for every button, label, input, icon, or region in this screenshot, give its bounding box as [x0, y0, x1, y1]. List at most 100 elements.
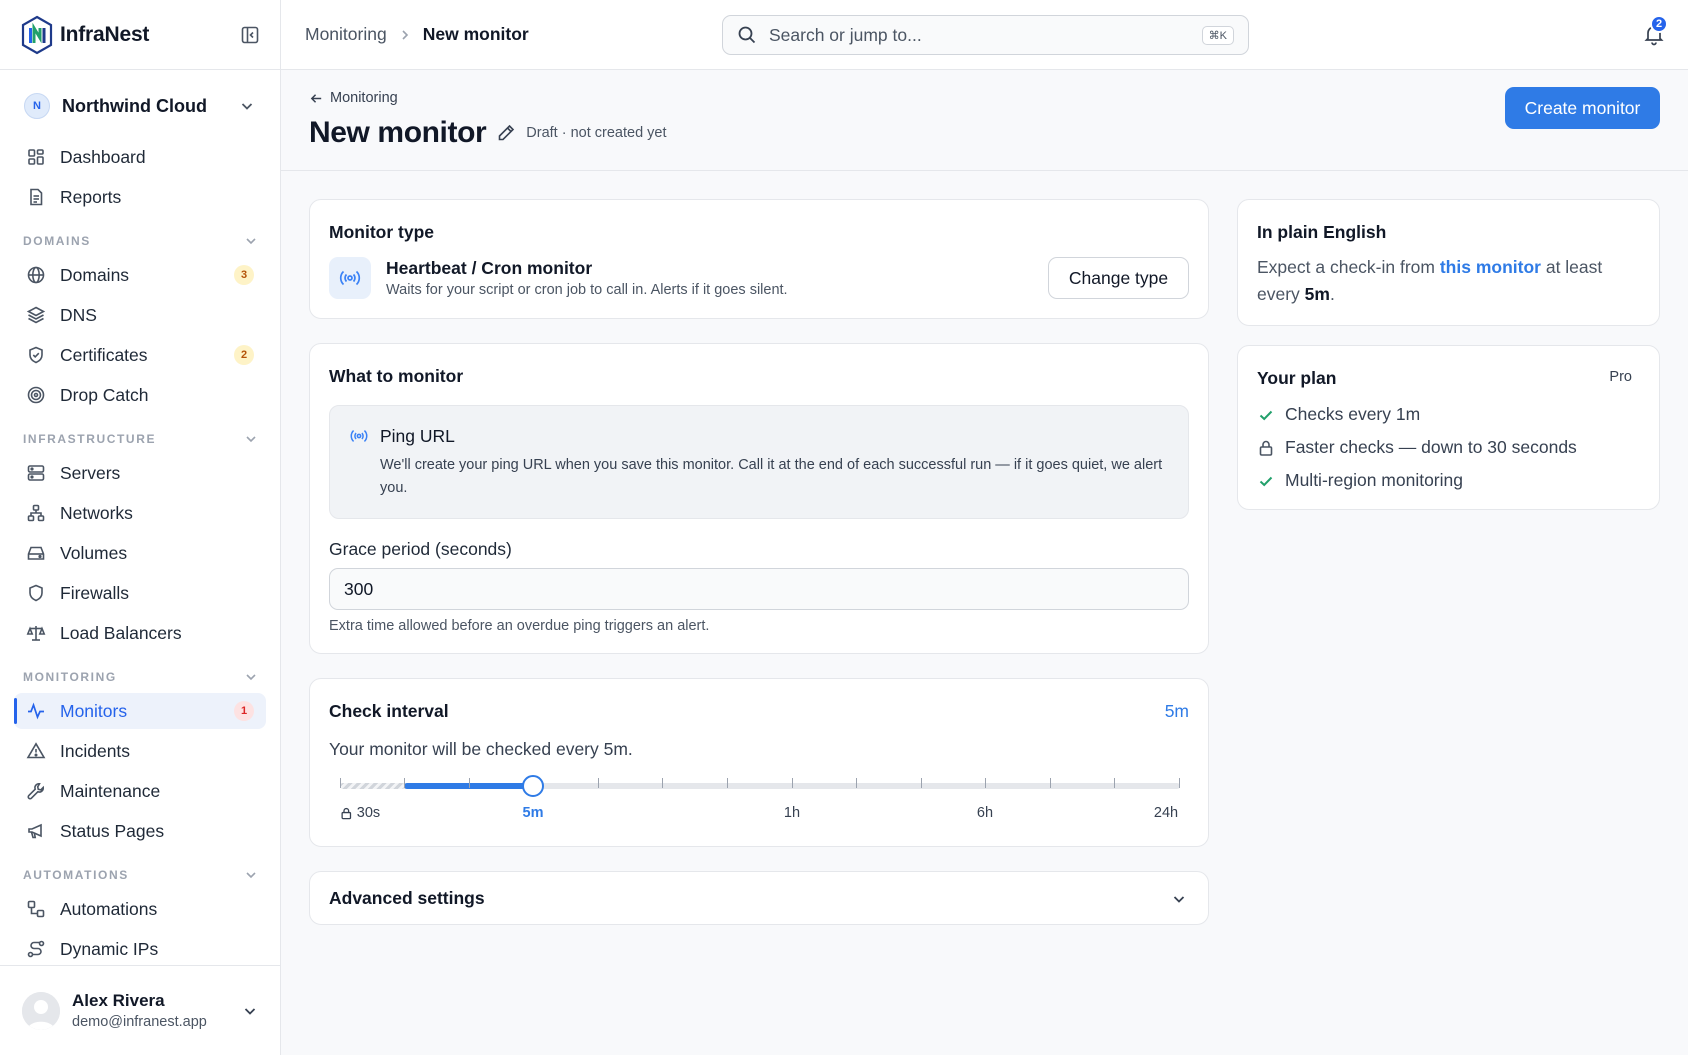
sidebar-item-domains[interactable]: Domains 3: [14, 257, 266, 293]
user-menu[interactable]: Alex Rivera demo@infranest.app: [0, 965, 281, 1055]
brand-name: InfraNest: [60, 22, 150, 46]
sidebar-item-reports[interactable]: Reports: [14, 179, 266, 215]
plan-feature: Checks every 1m: [1257, 398, 1577, 431]
pencil-icon[interactable]: [496, 123, 516, 143]
sidebar-item-label: Networks: [60, 502, 133, 523]
advanced-settings-toggle[interactable]: Advanced settings: [309, 871, 1209, 925]
sidebar-item-label: Monitors: [60, 700, 128, 721]
summary-text: Expect a check-in from: [1257, 257, 1440, 277]
breadcrumb-monitoring[interactable]: Monitoring: [305, 24, 387, 45]
count-badge: 3: [234, 265, 254, 285]
card-title: Monitor type: [329, 222, 434, 242]
grace-period-help: Extra time allowed before an overdue pin…: [329, 618, 710, 634]
sidebar-item-label: Drop Catch: [60, 384, 149, 405]
sidebar: InfraNest N Northwind Cloud Dashboard Re…: [0, 0, 281, 1055]
page-title-row: New monitor Draft · not created yet: [309, 116, 667, 150]
server-icon: [27, 465, 45, 481]
change-type-button[interactable]: Change type: [1048, 257, 1189, 299]
sidebar-item-label: Volumes: [60, 542, 128, 563]
breadcrumb-current: New monitor: [422, 24, 529, 44]
plain-english-summary: Expect a check-in from this monitor at l…: [1257, 254, 1642, 308]
sidebar-item-volumes[interactable]: Volumes: [14, 535, 266, 571]
scale-icon: [26, 626, 46, 641]
sidebar-item-automations[interactable]: Automations: [14, 891, 266, 927]
back-link[interactable]: Monitoring: [309, 90, 398, 106]
chevron-right-icon: [402, 29, 408, 40]
sidebar-item-label: Dynamic IPs: [60, 938, 159, 959]
slider-tick: [340, 778, 341, 788]
document-icon: [30, 188, 43, 206]
topbar: Monitoring New monitor Search or jump to…: [281, 0, 1688, 70]
count-badge: 2: [234, 345, 254, 365]
page-title: New monitor: [309, 116, 487, 149]
activity-icon: [28, 702, 44, 720]
section-monitoring[interactable]: MONITORING: [23, 669, 259, 685]
grace-period-label: Grace period (seconds): [329, 539, 512, 559]
org-avatar: N: [24, 93, 50, 119]
plan-features: Checks every 1m Faster checks — down to …: [1257, 398, 1577, 497]
slider-tick: [598, 778, 599, 788]
plan-card: Your plan Pro Checks every 1m Faster che…: [1237, 345, 1660, 510]
sidebar-item-label: Firewalls: [60, 582, 130, 603]
sidebar-item-dns[interactable]: DNS: [14, 297, 266, 333]
slider-tick: [1050, 778, 1051, 788]
chevron-down-icon: [244, 1007, 256, 1015]
org-switcher[interactable]: N Northwind Cloud: [0, 70, 280, 142]
slider-tick: [985, 778, 986, 788]
sidebar-item-firewalls[interactable]: Firewalls: [14, 575, 266, 611]
summary-text: .: [1329, 284, 1335, 304]
search-placeholder: Search or jump to...: [769, 24, 922, 45]
sidebar-item-label: Maintenance: [60, 780, 161, 801]
alert-triangle-icon: [26, 742, 46, 759]
summary-interval: 5m: [1304, 284, 1330, 304]
sidebar-item-certificates[interactable]: Certificates 2: [14, 337, 266, 373]
section-label: DOMAINS: [23, 234, 91, 248]
sidebar-item-maintenance[interactable]: Maintenance: [14, 773, 266, 809]
sidebar-item-servers[interactable]: Servers: [14, 455, 266, 491]
monitor-type-description: Waits for your script or cron job to cal…: [386, 282, 788, 298]
section-infrastructure[interactable]: INFRASTRUCTURE: [23, 431, 259, 447]
org-name: Northwind Cloud: [62, 95, 207, 116]
sidebar-item-load-balancers[interactable]: Load Balancers: [14, 615, 266, 651]
infranest-logo: [21, 15, 53, 54]
network-icon: [27, 504, 45, 522]
create-monitor-button[interactable]: Create monitor: [1505, 87, 1660, 129]
section-domains[interactable]: DOMAINS: [23, 233, 259, 249]
chevron-down-icon: [241, 103, 253, 110]
grace-period-input[interactable]: 300: [329, 568, 1189, 610]
interval-slider-track[interactable]: [340, 783, 1180, 789]
sidebar-item-dashboard[interactable]: Dashboard: [14, 139, 266, 175]
sidebar-item-status-pages[interactable]: Status Pages: [14, 813, 266, 849]
monitor-type-name: Heartbeat / Cron monitor: [386, 258, 593, 278]
sidebar-item-label: DNS: [60, 304, 97, 325]
slider-tick: [727, 778, 728, 788]
workflow-icon: [27, 900, 45, 918]
sidebar-item-incidents[interactable]: Incidents: [14, 733, 266, 769]
check-interval-card: Check interval 5m Your monitor will be c…: [309, 678, 1209, 847]
slider-handle[interactable]: [522, 775, 544, 797]
section-label: MONITORING: [23, 670, 117, 684]
plan-feature-label: Checks every 1m: [1285, 404, 1421, 424]
plan-feature: Faster checks — down to 30 seconds: [1257, 431, 1577, 464]
sidebar-item-label: Domains: [60, 264, 130, 285]
chevron-down-icon: [246, 674, 256, 681]
sidebar-item-networks[interactable]: Networks: [14, 495, 266, 531]
sidebar-item-drop-catch[interactable]: Drop Catch: [14, 377, 266, 413]
sidebar-item-label: Incidents: [60, 740, 131, 761]
user-name: Alex Rivera: [72, 991, 165, 1010]
search-input[interactable]: Search or jump to... ⌘K: [722, 15, 1249, 55]
plan-feature-label: Multi-region monitoring: [1285, 470, 1463, 490]
arrow-left-icon: [310, 93, 322, 103]
megaphone-icon: [28, 823, 42, 839]
sidebar-item-dynamic-ips[interactable]: Dynamic IPs: [14, 931, 266, 967]
section-automations[interactable]: AUTOMATIONS: [23, 867, 259, 883]
draft-status: Draft · not created yet: [526, 125, 667, 141]
sidebar-collapse-icon[interactable]: [240, 25, 260, 45]
ping-url-title: Ping URL: [380, 426, 455, 446]
check-icon: [1259, 410, 1273, 420]
monitor-link[interactable]: this monitor: [1440, 257, 1541, 277]
plan-feature: Multi-region monitoring: [1257, 464, 1577, 497]
shield-icon: [29, 584, 43, 602]
sidebar-item-monitors[interactable]: Monitors 1: [14, 693, 266, 729]
card-title: What to monitor: [329, 366, 464, 386]
